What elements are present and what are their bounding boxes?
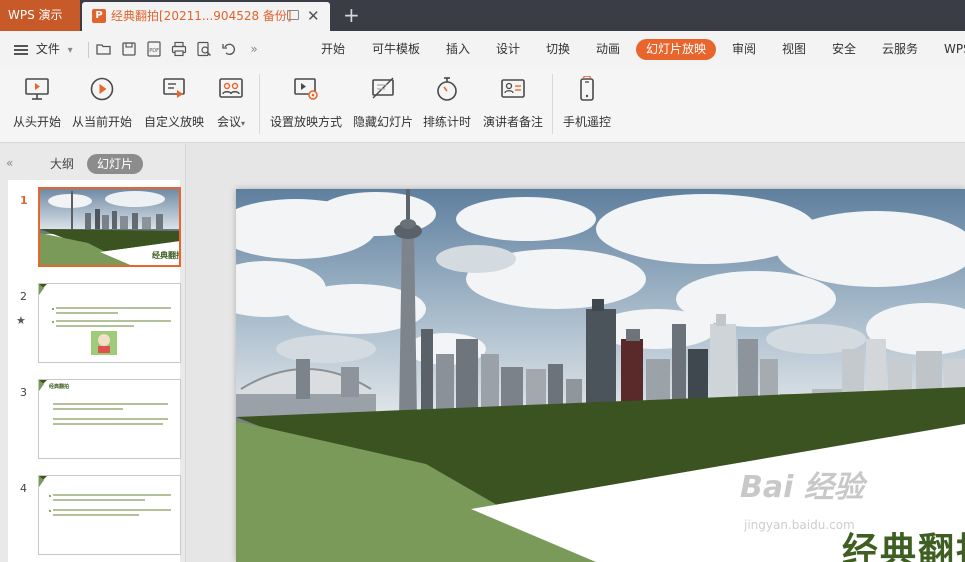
monitor-play-icon bbox=[25, 78, 49, 100]
rehearse-timing-button[interactable]: 排练计时 bbox=[421, 74, 473, 136]
collapse-panel-icon[interactable]: « bbox=[6, 156, 13, 170]
speaker-notes-icon bbox=[501, 79, 525, 98]
tab-outline[interactable]: 大纲 bbox=[50, 155, 74, 172]
watermark-logo: Bai 经验 bbox=[740, 470, 864, 505]
close-icon[interactable]: ✕ bbox=[307, 6, 320, 26]
file-menu-button[interactable]: 文件 ▾ bbox=[14, 31, 73, 68]
print-icon[interactable] bbox=[171, 41, 187, 57]
slide-thumbnail-image bbox=[39, 476, 171, 516]
chevron-down-icon: ▾ bbox=[67, 45, 73, 56]
ribbon-toolbar: 从头开始 从当前开始 自定义放映 会议▾ 设置放映方式 隐藏幻灯片 排练计时 演… bbox=[0, 68, 965, 143]
thumbnail-title: 经典翻拍 bbox=[152, 251, 181, 260]
hide-slide-button[interactable]: 隐藏幻灯片 bbox=[351, 74, 415, 136]
slide-thumbnail-1[interactable]: 经典翻拍 bbox=[38, 187, 181, 267]
divider bbox=[552, 74, 553, 134]
slide-thumbnail-4[interactable] bbox=[38, 475, 181, 555]
rehearse-timing-label: 排练计时 bbox=[422, 115, 471, 129]
play-circle-icon bbox=[90, 77, 114, 101]
tab-wps[interactable]: WPS bbox=[944, 31, 965, 68]
title-bar: WPS 演示 P 经典翻拍[20211...904528 备份] ✕ + bbox=[0, 0, 965, 31]
svg-text:PDF: PDF bbox=[149, 48, 159, 54]
file-menu-label: 文件 bbox=[35, 42, 60, 56]
hamburger-icon bbox=[14, 43, 28, 57]
tab-slideshow[interactable]: 幻灯片放映 bbox=[636, 39, 717, 60]
monitor-icon[interactable] bbox=[287, 10, 299, 20]
phone-remote-label: 手机遥控 bbox=[562, 115, 611, 129]
tab-insert[interactable]: 插入 bbox=[446, 31, 470, 68]
divider bbox=[88, 42, 89, 58]
print-preview-icon[interactable] bbox=[196, 41, 212, 57]
slide-number: 4 bbox=[20, 482, 27, 495]
menu-bar: 文件 ▾ PDF » 开始 可牛模板 插入 设计 切换 动画 幻灯片放映 审阅 … bbox=[0, 31, 965, 68]
tab-animation[interactable]: 动画 bbox=[596, 31, 620, 68]
star-icon: ★ bbox=[16, 314, 26, 327]
slide-thumbnail-image bbox=[39, 284, 171, 355]
tab-slides[interactable]: 幻灯片 bbox=[87, 154, 144, 174]
setup-show-label: 设置放映方式 bbox=[269, 115, 342, 129]
slide-number: 2 bbox=[20, 290, 27, 303]
tab-home[interactable]: 开始 bbox=[321, 31, 345, 68]
open-folder-icon[interactable] bbox=[96, 41, 112, 57]
custom-show-icon bbox=[163, 78, 185, 98]
tab-view[interactable]: 视图 bbox=[782, 31, 806, 68]
tab-cloud[interactable]: 云服务 bbox=[882, 31, 918, 68]
undo-icon[interactable] bbox=[221, 41, 237, 57]
tab-security[interactable]: 安全 bbox=[832, 31, 856, 68]
save-icon[interactable] bbox=[121, 41, 137, 57]
hide-slide-label: 隐藏幻灯片 bbox=[352, 115, 413, 129]
watermark-url: jingyan.baidu.com bbox=[744, 518, 855, 532]
thumbnail-heading: 经典翻拍 bbox=[49, 384, 70, 390]
start-from-beginning-label: 从头开始 bbox=[12, 115, 61, 129]
start-from-current-button[interactable]: 从当前开始 bbox=[70, 74, 134, 136]
document-tab-title: 经典翻拍[20211...904528 备份] bbox=[111, 9, 292, 23]
slides-panel: « 大纲 幻灯片 1 经典翻拍 2 ★ 3 经典翻拍 4 bbox=[0, 144, 186, 562]
city-skyline-image bbox=[236, 189, 965, 562]
stopwatch-icon bbox=[437, 77, 457, 101]
setup-show-icon bbox=[294, 78, 318, 100]
slide-number: 1 bbox=[20, 194, 28, 207]
slide-title[interactable]: 经典翻拍 bbox=[842, 522, 965, 562]
tab-design[interactable]: 设计 bbox=[496, 31, 520, 68]
meeting-icon bbox=[219, 78, 243, 98]
tab-templates[interactable]: 可牛模板 bbox=[372, 31, 420, 68]
phone-remote-button[interactable]: 手机遥控 bbox=[562, 74, 612, 136]
document-tab[interactable]: P 经典翻拍[20211...904528 备份] ✕ bbox=[82, 2, 330, 31]
current-slide[interactable] bbox=[236, 189, 965, 562]
slide-thumbnail-3[interactable]: 经典翻拍 bbox=[38, 379, 181, 459]
slide-thumbnail-list: 1 经典翻拍 2 ★ 3 经典翻拍 4 bbox=[8, 180, 181, 562]
chevron-down-icon: ▾ bbox=[241, 119, 246, 128]
custom-show-button[interactable]: 自定义放映 bbox=[142, 74, 206, 136]
slide-thumbnail-image bbox=[39, 380, 168, 425]
app-tab[interactable]: WPS 演示 bbox=[0, 0, 80, 31]
slide-number: 3 bbox=[20, 386, 27, 399]
new-tab-plus-icon[interactable]: + bbox=[343, 3, 360, 27]
custom-show-label: 自定义放映 bbox=[143, 115, 204, 129]
more-chevrons-icon[interactable]: » bbox=[246, 41, 262, 57]
hide-slide-icon bbox=[372, 77, 394, 99]
meeting-button[interactable]: 会议▾ bbox=[213, 74, 249, 136]
speaker-notes-button[interactable]: 演讲者备注 bbox=[481, 74, 545, 136]
export-pdf-icon[interactable]: PDF bbox=[146, 41, 162, 57]
slide-thumbnail-2[interactable] bbox=[38, 283, 181, 363]
tab-transitions[interactable]: 切换 bbox=[546, 31, 570, 68]
setup-show-button[interactable]: 设置放映方式 bbox=[268, 74, 344, 136]
divider bbox=[259, 74, 260, 134]
start-from-current-label: 从当前开始 bbox=[71, 115, 132, 129]
presentation-icon: P bbox=[92, 9, 106, 23]
speaker-notes-label: 演讲者备注 bbox=[482, 115, 543, 129]
phone-icon bbox=[580, 75, 594, 101]
start-from-beginning-button[interactable]: 从头开始 bbox=[12, 74, 62, 136]
meeting-label: 会议▾ bbox=[216, 115, 246, 129]
tab-review[interactable]: 审阅 bbox=[732, 31, 756, 68]
app-name: WPS 演示 bbox=[8, 8, 63, 22]
